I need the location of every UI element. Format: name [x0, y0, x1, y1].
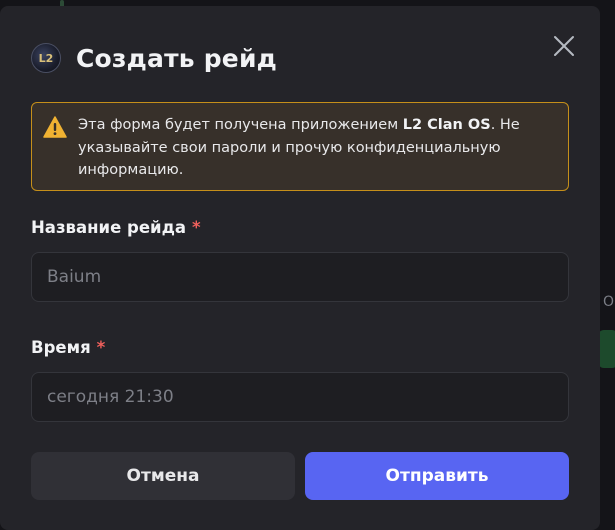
close-button[interactable]: [552, 34, 576, 58]
warning-app-name: L2 Clan OS: [402, 117, 491, 133]
create-raid-modal: L2 Создать рейд Эта форма будет получена…: [0, 6, 600, 530]
time-label: Время *: [31, 338, 105, 357]
warning-text-before: Эта форма будет получена приложением: [78, 117, 403, 133]
app-avatar-icon: L2: [31, 43, 61, 73]
modal-title: Создать рейд: [76, 43, 278, 73]
submit-button[interactable]: Отправить: [305, 452, 569, 500]
modal-header: L2 Создать рейд: [31, 40, 277, 76]
required-mark: *: [192, 218, 201, 237]
close-icon: [554, 36, 574, 56]
time-input[interactable]: [31, 372, 569, 422]
background-green-button: [598, 330, 615, 368]
background-partial-text: О: [603, 294, 615, 310]
raid-name-input[interactable]: [31, 252, 569, 302]
raid-name-label: Название рейда *: [31, 218, 201, 237]
warning-notice: Эта форма будет получена приложением L2 …: [31, 102, 569, 191]
required-mark: *: [96, 338, 106, 357]
cancel-button[interactable]: Отмена: [31, 452, 295, 500]
time-label-text: Время: [31, 338, 91, 357]
warning-triangle-icon: [43, 116, 67, 138]
raid-name-label-text: Название рейда: [31, 218, 187, 237]
